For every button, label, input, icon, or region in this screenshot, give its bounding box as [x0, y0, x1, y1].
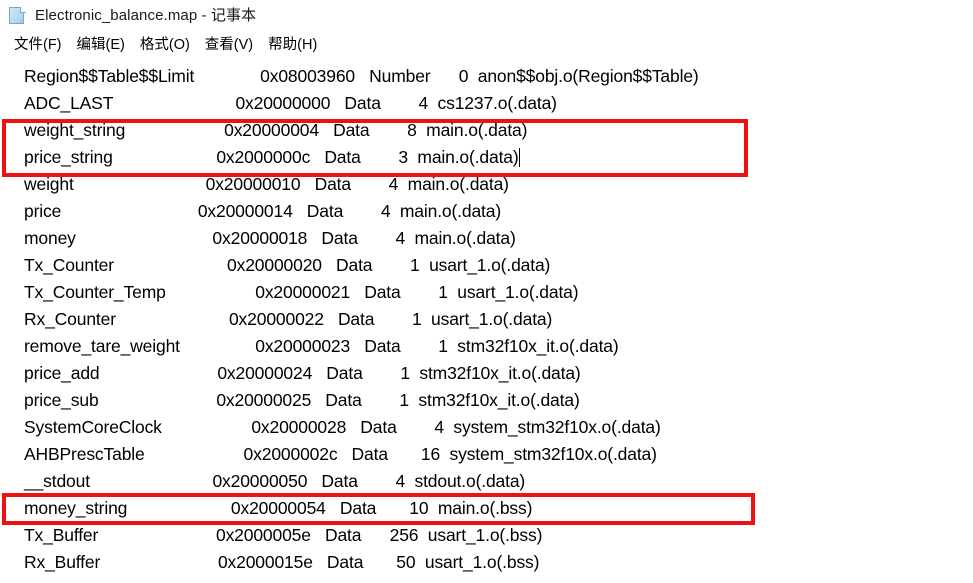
map-symbol-row[interactable]: money 0x20000018 Data 4 main.o(.data)	[0, 225, 973, 252]
map-symbol-row[interactable]: weight 0x20000010 Data 4 main.o(.data)	[0, 171, 973, 198]
map-symbol-row[interactable]: remove_tare_weight 0x20000023 Data 1 stm…	[0, 333, 973, 360]
map-symbol-row-text: ADC_LAST 0x20000000 Data 4 cs1237.o(.dat…	[24, 93, 557, 113]
map-symbol-row[interactable]: Rx_Counter 0x20000022 Data 1 usart_1.o(.…	[0, 306, 973, 333]
map-symbol-row[interactable]: price_string 0x2000000c Data 3 main.o(.d…	[0, 144, 973, 171]
map-symbol-row-text: money_string 0x20000054 Data 10 main.o(.…	[24, 498, 533, 518]
map-symbol-row-text: Tx_Counter_Temp 0x20000021 Data 1 usart_…	[24, 282, 579, 302]
map-symbol-row-text: money 0x20000018 Data 4 main.o(.data)	[24, 228, 516, 248]
map-symbol-row-text: AHBPrescTable 0x2000002c Data 16 system_…	[24, 444, 657, 464]
window-title: Electronic_balance.map - 记事本	[35, 6, 257, 24]
map-symbol-row-text: price_string 0x2000000c Data 3 main.o(.d…	[24, 147, 519, 167]
map-symbol-row[interactable]: weight_string 0x20000004 Data 8 main.o(.…	[0, 117, 973, 144]
text-caret	[518, 148, 520, 167]
map-file-content[interactable]: Region$$Table$$Limit 0x08003960 Number 0…	[0, 63, 973, 576]
map-symbol-row-text: weight 0x20000010 Data 4 main.o(.data)	[24, 174, 509, 194]
map-symbol-row[interactable]: Tx_Counter_Temp 0x20000021 Data 1 usart_…	[0, 279, 973, 306]
map-symbol-row-text: Tx_Counter 0x20000020 Data 1 usart_1.o(.…	[24, 255, 551, 275]
map-symbol-row[interactable]: AHBPrescTable 0x2000002c Data 16 system_…	[0, 441, 973, 468]
title-bar: Electronic_balance.map - 记事本	[0, 0, 973, 30]
map-symbol-row[interactable]: SystemCoreClock 0x20000028 Data 4 system…	[0, 414, 973, 441]
menu-bar: 文件(F) 编辑(E) 格式(O) 查看(V) 帮助(H)	[0, 30, 973, 60]
map-symbol-row-text: SystemCoreClock 0x20000028 Data 4 system…	[24, 417, 661, 437]
map-symbol-row[interactable]: __stdout 0x20000050 Data 4 stdout.o(.dat…	[0, 468, 973, 495]
map-symbol-row[interactable]: price 0x20000014 Data 4 main.o(.data)	[0, 198, 973, 225]
map-symbol-row[interactable]: Tx_Buffer 0x2000005e Data 256 usart_1.o(…	[0, 522, 973, 549]
menu-item-format[interactable]: 格式(O)	[133, 33, 198, 57]
notepad-window: Electronic_balance.map - 记事本 文件(F) 编辑(E)…	[0, 0, 973, 583]
menu-item-file[interactable]: 文件(F)	[7, 33, 70, 57]
text-editor-area[interactable]: Region$$Table$$Limit 0x08003960 Number 0…	[0, 60, 973, 583]
menu-item-edit[interactable]: 编辑(E)	[70, 33, 133, 57]
map-symbol-row[interactable]: Region$$Table$$Limit 0x08003960 Number 0…	[0, 63, 973, 90]
map-symbol-row-text: __stdout 0x20000050 Data 4 stdout.o(.dat…	[24, 471, 526, 491]
map-symbol-row-text: weight_string 0x20000004 Data 8 main.o(.…	[24, 120, 528, 140]
map-symbol-row[interactable]: Rx_Buffer 0x2000015e Data 50 usart_1.o(.…	[0, 549, 973, 576]
map-symbol-row-text: price_sub 0x20000025 Data 1 stm32f10x_it…	[24, 390, 580, 410]
map-symbol-row-text: price_add 0x20000024 Data 1 stm32f10x_it…	[24, 363, 581, 383]
map-symbol-row[interactable]: money_string 0x20000054 Data 10 main.o(.…	[0, 495, 973, 522]
map-symbol-row[interactable]: price_add 0x20000024 Data 1 stm32f10x_it…	[0, 360, 973, 387]
map-symbol-row[interactable]: price_sub 0x20000025 Data 1 stm32f10x_it…	[0, 387, 973, 414]
map-symbol-row-text: Rx_Buffer 0x2000015e Data 50 usart_1.o(.…	[24, 552, 540, 572]
map-symbol-row-text: price 0x20000014 Data 4 main.o(.data)	[24, 201, 502, 221]
map-symbol-row-text: Region$$Table$$Limit 0x08003960 Number 0…	[24, 66, 699, 86]
map-symbol-row-text: Rx_Counter 0x20000022 Data 1 usart_1.o(.…	[24, 309, 553, 329]
map-symbol-row-text: Tx_Buffer 0x2000005e Data 256 usart_1.o(…	[24, 525, 543, 545]
notepad-icon	[8, 6, 27, 26]
map-symbol-row[interactable]: Tx_Counter 0x20000020 Data 1 usart_1.o(.…	[0, 252, 973, 279]
map-symbol-row-text: remove_tare_weight 0x20000023 Data 1 stm…	[24, 336, 619, 356]
menu-item-view[interactable]: 查看(V)	[198, 33, 261, 57]
menu-item-help[interactable]: 帮助(H)	[261, 33, 325, 57]
map-symbol-row[interactable]: ADC_LAST 0x20000000 Data 4 cs1237.o(.dat…	[0, 90, 973, 117]
